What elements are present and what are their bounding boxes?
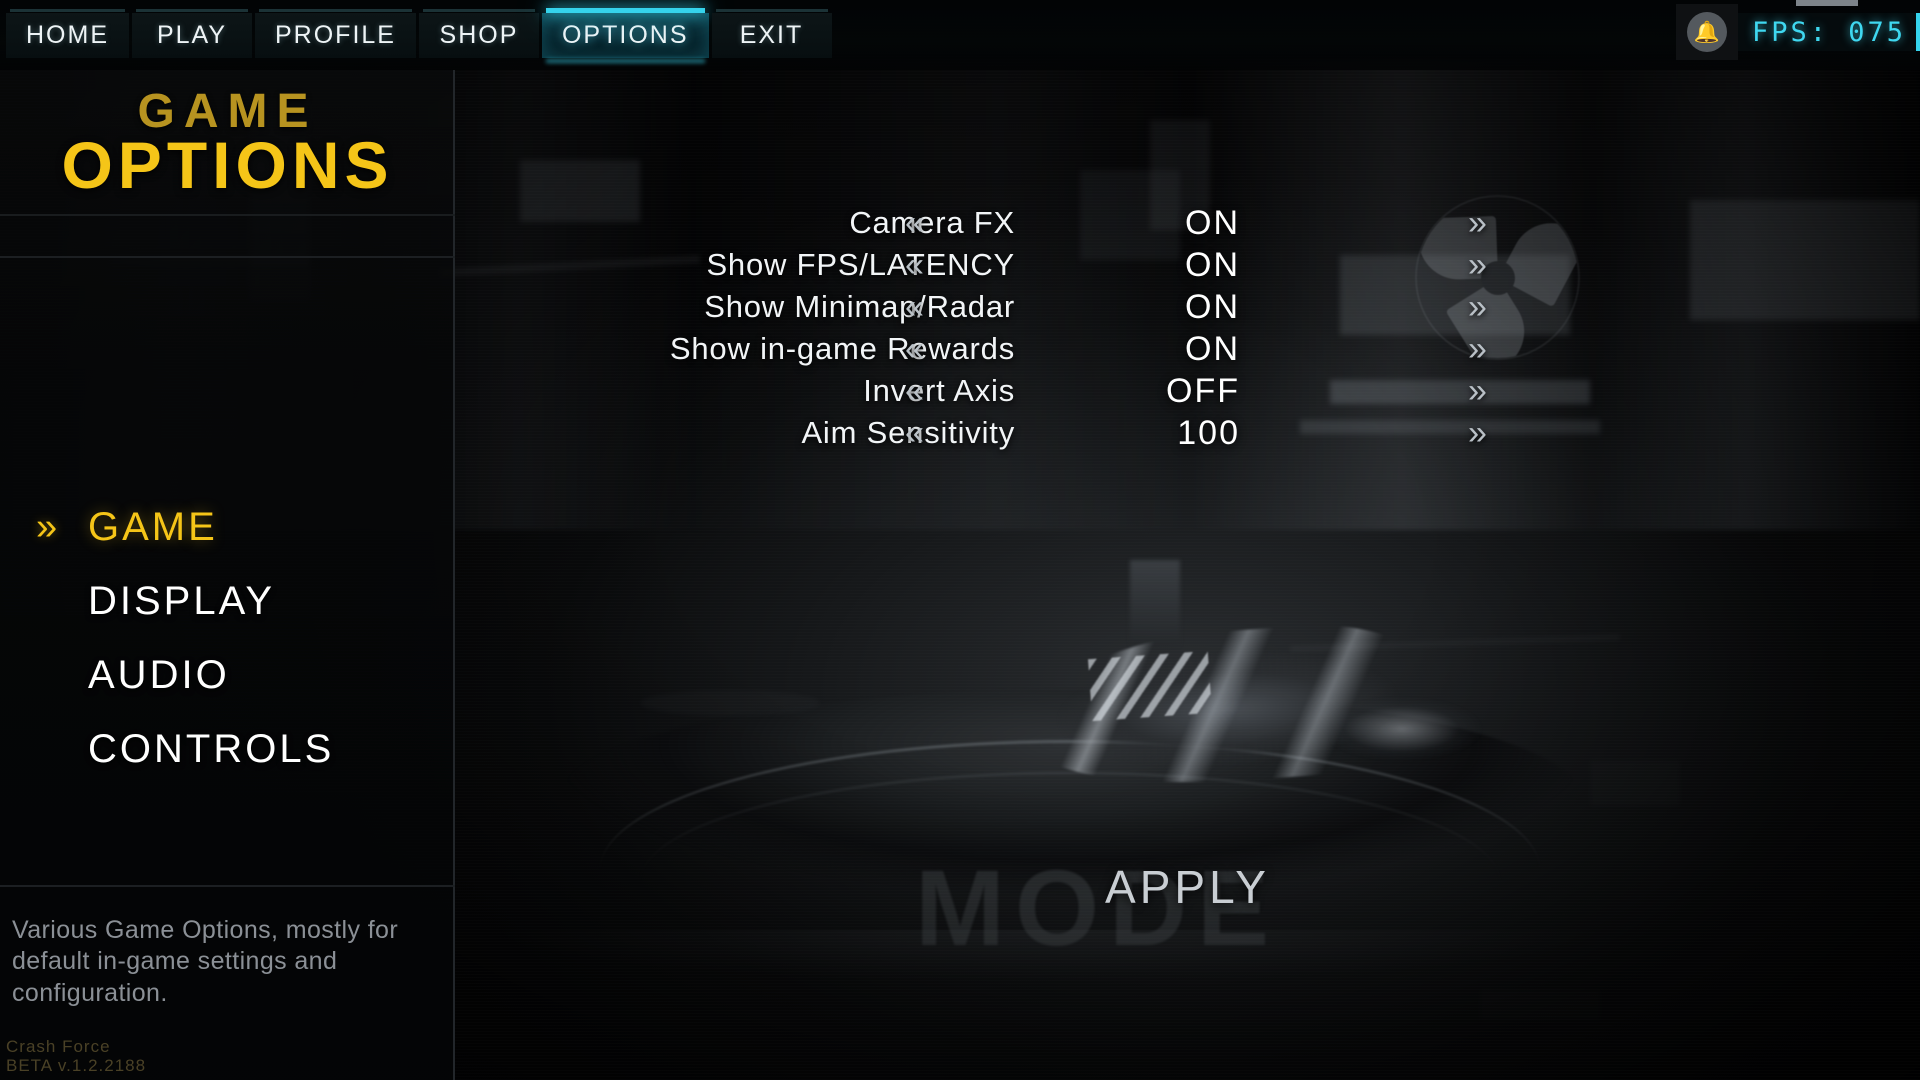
- decrement-arrow-icon[interactable]: «: [905, 248, 924, 282]
- apply-button-label: APPLY: [1105, 861, 1270, 913]
- setting-value: 100: [1177, 413, 1240, 452]
- setting-row-show-minimap-radar: Show Minimap/Radar « ON »: [455, 286, 1920, 328]
- decrement-arrow-icon[interactable]: «: [905, 290, 924, 324]
- setting-row-camera-fx: Camera FX « ON »: [455, 202, 1920, 244]
- page-title: GAME OPTIONS: [0, 88, 455, 216]
- increment-arrow-icon[interactable]: »: [1468, 416, 1487, 450]
- sidebar-menu: » GAME DISPLAY AUDIO CONTROLS: [0, 490, 455, 786]
- setting-value: OFF: [1166, 371, 1240, 410]
- version-info: Crash Force BETA v.1.2.2188: [6, 1037, 146, 1076]
- setting-label: Show FPS/LATENCY: [706, 247, 1015, 282]
- nav-tab-play[interactable]: PLAY: [132, 9, 252, 58]
- hud-cluster: 🔔 FPS: 075: [1675, 4, 1920, 60]
- nav-tab-exit[interactable]: EXIT: [711, 9, 832, 58]
- decrement-arrow-icon[interactable]: «: [905, 332, 924, 366]
- setting-row-invert-axis: Invert Axis « OFF »: [455, 370, 1920, 412]
- sidebar-description: Various Game Options, mostly for default…: [12, 916, 399, 1007]
- options-sidebar: GAME OPTIONS » GAME DISPLAY AUDIO CONTRO…: [0, 70, 455, 1080]
- sidebar-item-label: DISPLAY: [88, 578, 275, 623]
- game-title-label: Crash Force: [6, 1036, 111, 1056]
- nav-tab-label: PLAY: [156, 21, 228, 49]
- increment-arrow-icon[interactable]: »: [1468, 206, 1487, 240]
- sidebar-item-controls[interactable]: CONTROLS: [0, 712, 455, 786]
- setting-label: Camera FX: [849, 205, 1015, 240]
- setting-label: Show Minimap/Radar: [704, 289, 1015, 324]
- setting-label: Invert Axis: [863, 373, 1015, 408]
- decrement-arrow-icon[interactable]: «: [905, 374, 924, 408]
- setting-row-show-fps-latency: Show FPS/LATENCY « ON »: [455, 244, 1920, 286]
- game-options-screen: MODE HOME PLAY PROFILE SHOP OPTIONS EXIT…: [0, 0, 1920, 1080]
- setting-row-show-in-game-rewards: Show in-game Rewards « ON »: [455, 328, 1920, 370]
- top-navigation-bar: HOME PLAY PROFILE SHOP OPTIONS EXIT 🔔 FP…: [0, 0, 1920, 70]
- setting-row-aim-sensitivity: Aim Sensitivity « 100 »: [455, 412, 1920, 454]
- setting-value: ON: [1185, 329, 1240, 368]
- nav-tab-label: OPTIONS: [561, 21, 689, 49]
- nav-tab-label: EXIT: [739, 21, 804, 49]
- sidebar-divider: [0, 885, 455, 887]
- chevron-right-icon: »: [36, 506, 58, 548]
- nav-tab-options[interactable]: OPTIONS: [541, 8, 709, 58]
- nav-tab-profile[interactable]: PROFILE: [255, 9, 416, 58]
- nav-tab-label: SHOP: [439, 21, 519, 49]
- nav-items: HOME PLAY PROFILE SHOP OPTIONS EXIT: [6, 8, 832, 58]
- setting-value: ON: [1185, 203, 1240, 242]
- sidebar-item-label: CONTROLS: [88, 726, 335, 771]
- increment-arrow-icon[interactable]: »: [1468, 248, 1487, 282]
- sidebar-item-label: AUDIO: [88, 652, 230, 697]
- setting-value: ON: [1185, 245, 1240, 284]
- fps-counter-label: FPS: 075: [1751, 16, 1906, 48]
- setting-value: ON: [1185, 287, 1240, 326]
- sidebar-item-display[interactable]: DISPLAY: [0, 564, 455, 638]
- increment-arrow-icon[interactable]: »: [1468, 374, 1487, 408]
- notification-button[interactable]: 🔔: [1675, 4, 1738, 60]
- fps-counter: FPS: 075: [1737, 13, 1920, 51]
- increment-arrow-icon[interactable]: »: [1468, 290, 1487, 324]
- sidebar-divider: [0, 256, 455, 258]
- game-version-label: BETA v.1.2.2188: [6, 1056, 147, 1076]
- sidebar-item-game[interactable]: » GAME: [0, 490, 455, 564]
- apply-button[interactable]: APPLY: [455, 860, 1920, 914]
- sidebar-item-audio[interactable]: AUDIO: [0, 638, 455, 712]
- sidebar-item-label: GAME: [88, 504, 218, 549]
- nav-tab-home[interactable]: HOME: [6, 9, 129, 58]
- bell-glyph: 🔔: [1693, 20, 1721, 44]
- page-title-main: OPTIONS: [61, 128, 394, 202]
- nav-tab-label: PROFILE: [275, 21, 396, 49]
- bell-icon: 🔔: [1686, 12, 1727, 52]
- increment-arrow-icon[interactable]: »: [1468, 332, 1487, 366]
- settings-panel: Camera FX « ON » Show FPS/LATENCY « ON »…: [455, 70, 1920, 1080]
- nav-tab-label: HOME: [26, 21, 109, 49]
- decrement-arrow-icon[interactable]: «: [905, 416, 924, 450]
- setting-label: Show in-game Rewards: [669, 331, 1015, 366]
- settings-rows: Camera FX « ON » Show FPS/LATENCY « ON »…: [455, 202, 1920, 454]
- nav-tab-shop[interactable]: SHOP: [418, 9, 539, 58]
- decrement-arrow-icon[interactable]: «: [905, 206, 924, 240]
